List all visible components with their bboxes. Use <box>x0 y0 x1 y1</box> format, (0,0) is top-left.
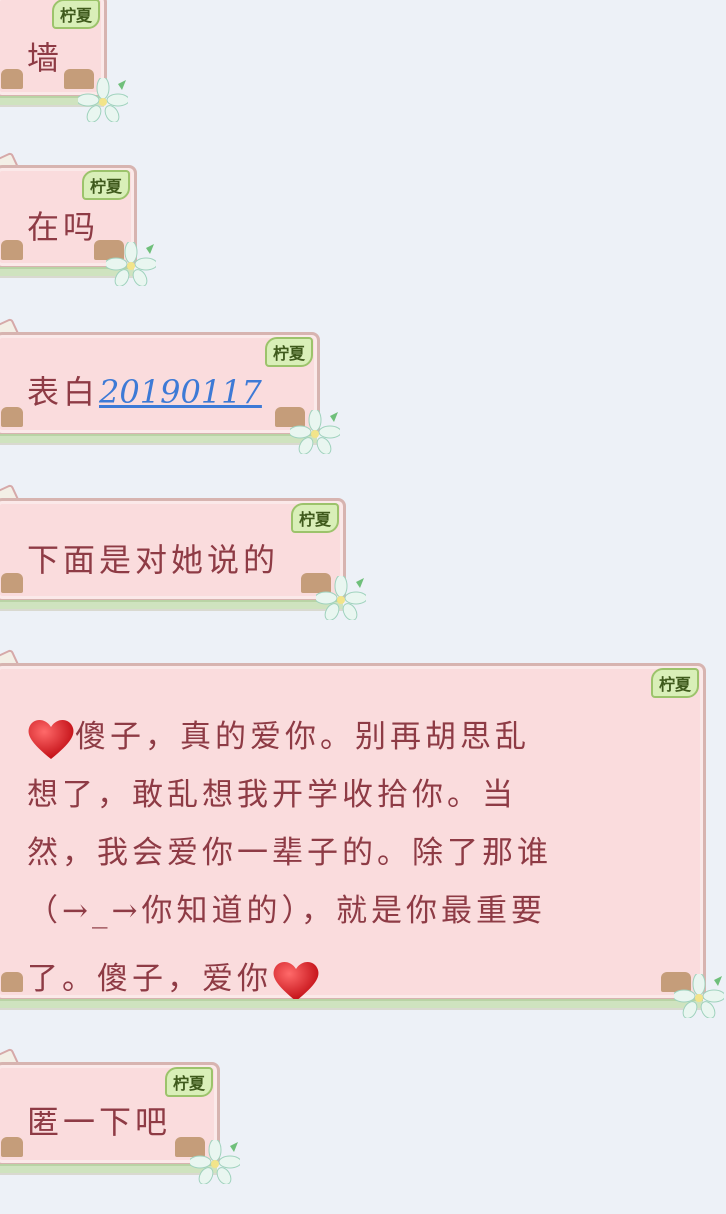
fence-decoration <box>1 407 23 427</box>
flower-icon <box>674 974 724 1018</box>
message-line: （→_→你知道的），就是你最重要 <box>27 893 546 929</box>
fence-decoration <box>1 573 23 593</box>
fence-decoration <box>1 69 23 89</box>
fence-decoration <box>1 972 23 992</box>
flower-icon <box>190 1140 240 1184</box>
sender-tag: 柠夏 <box>290 503 339 533</box>
heart-icon <box>272 959 320 1003</box>
message-text: 下面是对她说的 <box>27 541 280 579</box>
message-bubble[interactable]: 柠夏 傻子，真的爱你。别再胡思乱 想了，敢乱想我开学收拾你。当 然，我会爱你一辈… <box>0 663 706 1010</box>
sender-tag: 柠夏 <box>164 1067 213 1097</box>
message-text: 匿一下吧 <box>27 1103 172 1141</box>
message-bubble[interactable]: 柠夏 下面是对她说的 <box>0 498 346 611</box>
message-text: 在吗 <box>27 208 100 246</box>
message-bubble[interactable]: 柠夏 表白20190117 <box>0 332 320 445</box>
message-line: 了。傻子，爱你 <box>27 950 552 1008</box>
message-line: 傻子，真的爱你。别再胡思乱 <box>27 708 552 766</box>
flower-icon <box>290 410 340 454</box>
sender-tag: 柠夏 <box>51 0 100 29</box>
message-text: 表白20190117 <box>27 367 262 413</box>
flower-icon <box>78 78 128 122</box>
heart-icon <box>27 717 75 761</box>
date-link[interactable]: 20190117 <box>99 373 262 411</box>
sender-tag: 柠夏 <box>81 170 130 200</box>
sender-tag: 柠夏 <box>650 668 699 698</box>
flower-icon <box>316 576 366 620</box>
message-bubble[interactable]: 柠夏 匿一下吧 <box>0 1062 220 1175</box>
message-line: 想了，敢乱想我开学收拾你。当 <box>27 777 517 813</box>
message-text: 墙 <box>27 39 64 77</box>
message-line: 然，我会爱你一辈子的。除了那谁 <box>27 835 552 871</box>
sender-tag: 柠夏 <box>264 337 313 367</box>
fence-decoration <box>1 240 23 260</box>
fence-decoration <box>1 1137 23 1157</box>
message-prefix: 表白 <box>27 373 100 411</box>
flower-icon <box>106 242 156 286</box>
message-text: 傻子，真的爱你。别再胡思乱 想了，敢乱想我开学收拾你。当 然，我会爱你一辈子的。… <box>27 708 552 1008</box>
